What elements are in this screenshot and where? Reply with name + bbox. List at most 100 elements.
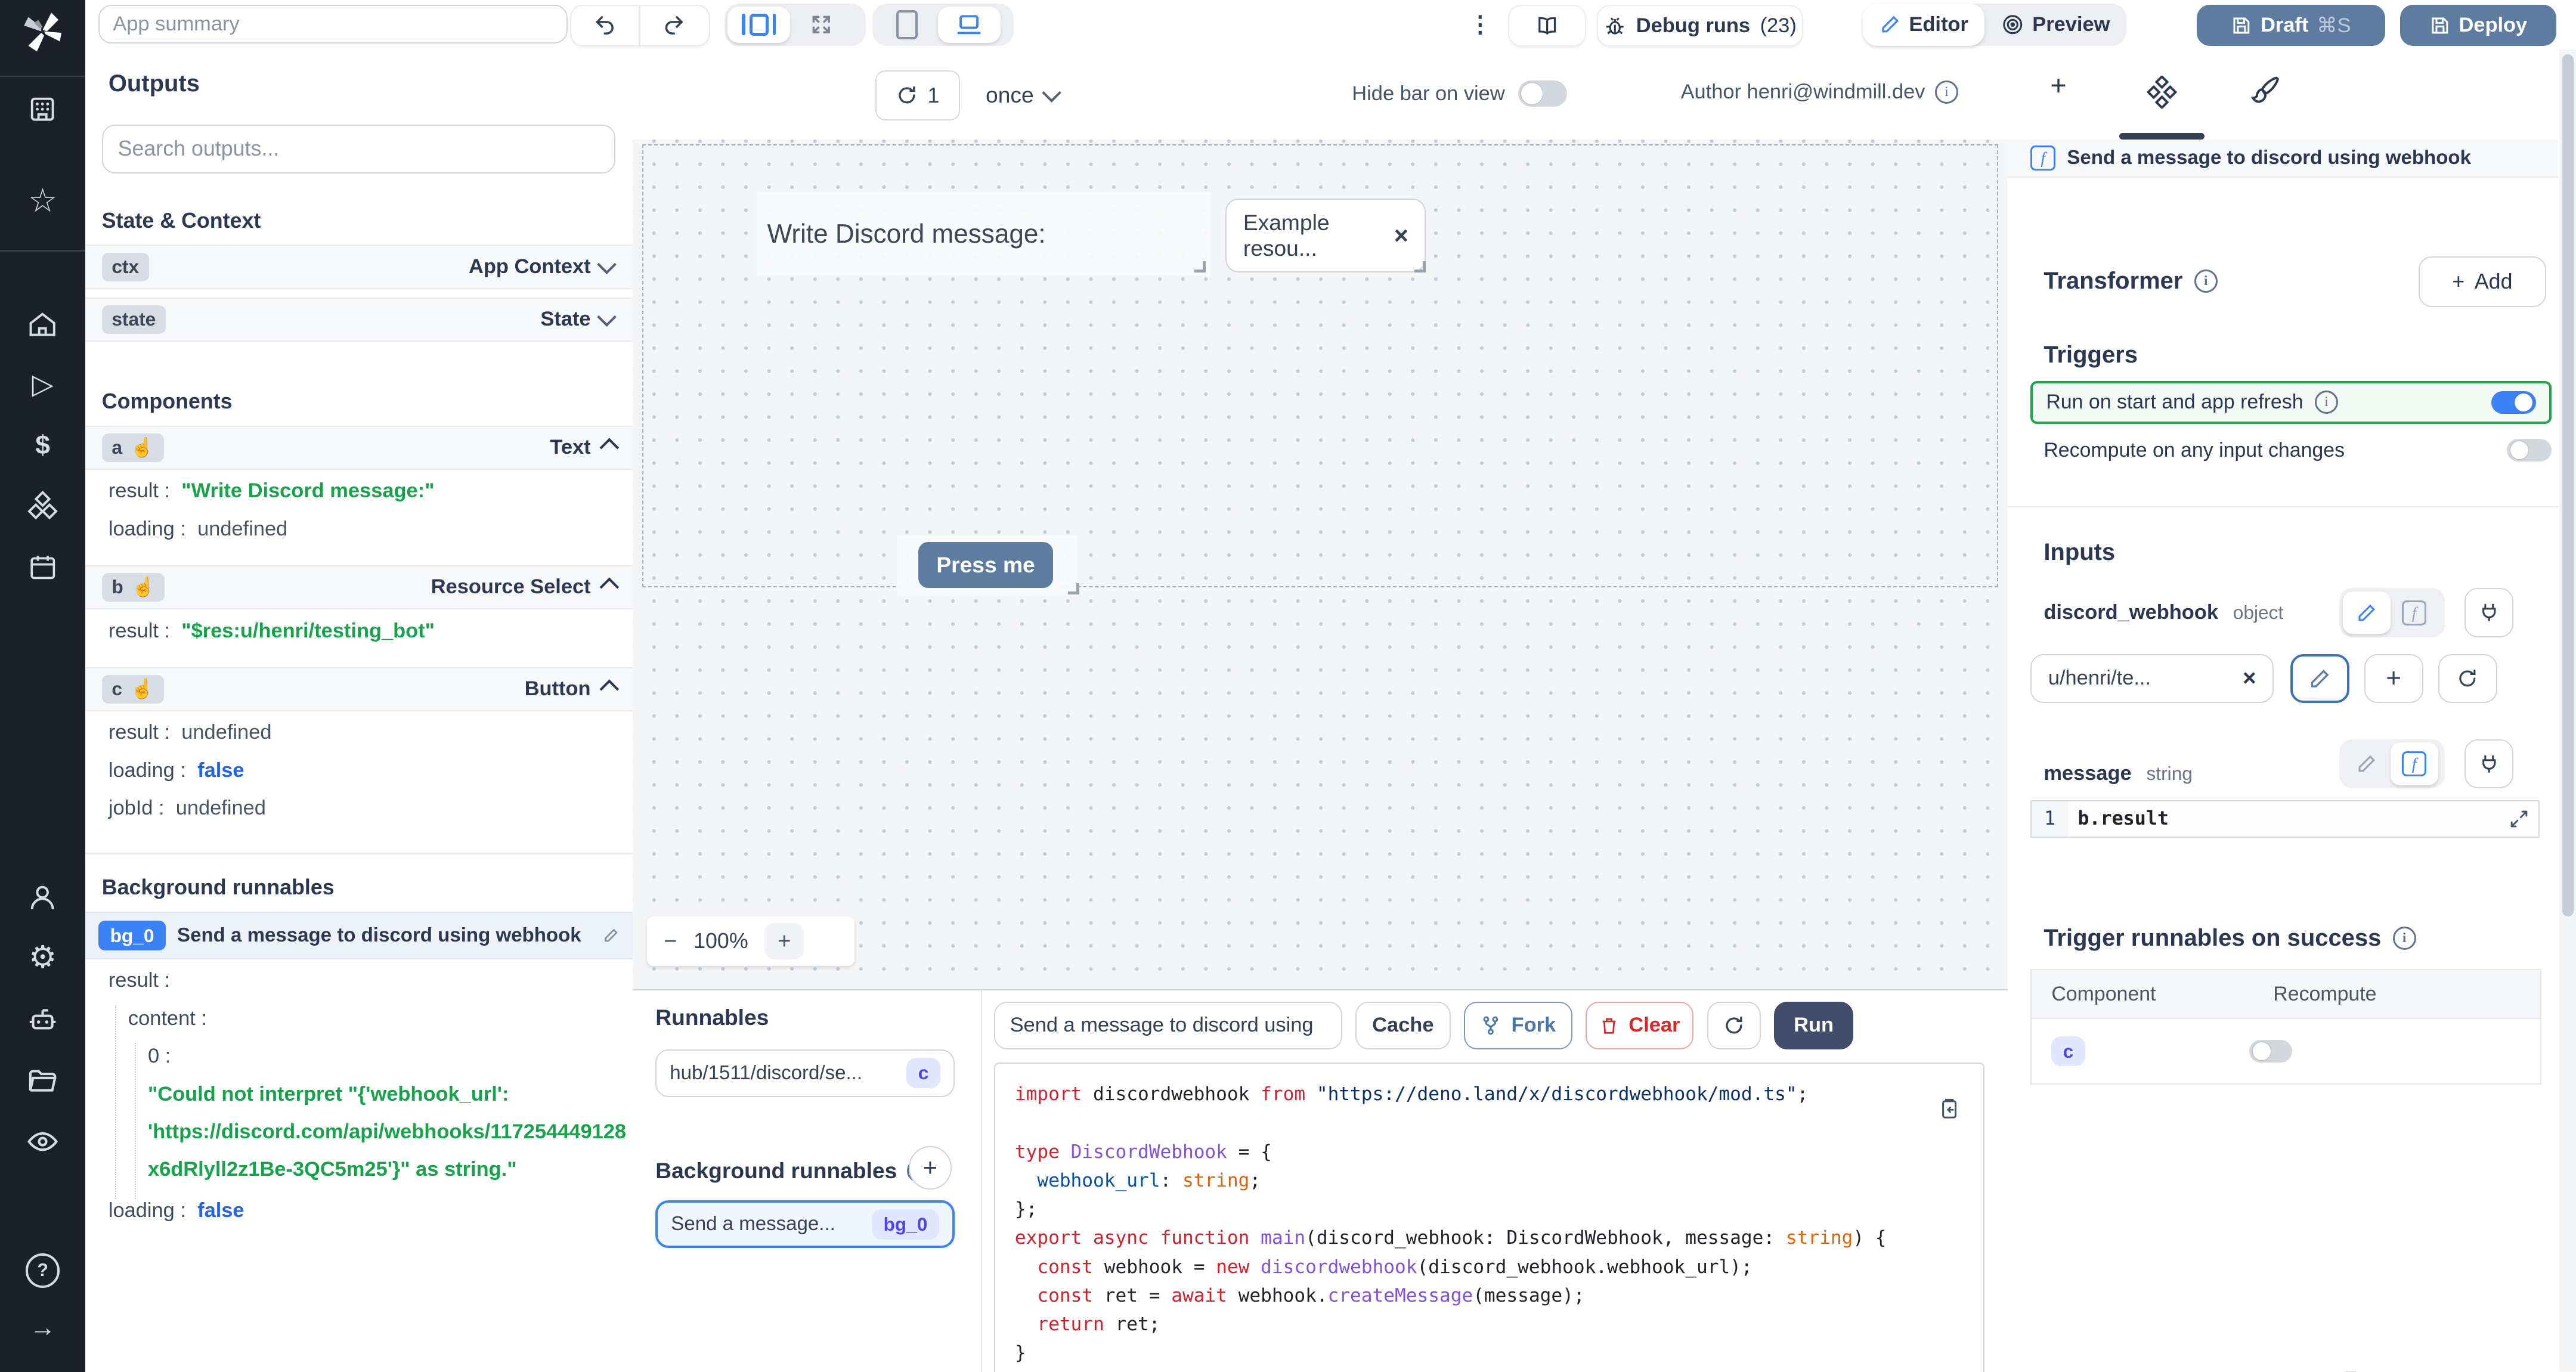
text-component[interactable]: Write Discord message: [757,192,1211,276]
connect-plug-icon[interactable] [2464,739,2514,789]
output-row-c[interactable]: c ☝ Button [85,667,633,711]
recompute-any-row: Recompute on any input changes [2044,438,2552,462]
windmill-logo-icon[interactable] [20,8,66,54]
redo-button[interactable] [640,6,708,45]
scrollbar-thumb[interactable] [2562,54,2574,917]
more-options-kebab-icon[interactable]: ⋮ [1469,11,1492,38]
add-resource-plus-button[interactable]: + [2364,654,2423,704]
static-pencil-icon[interactable] [2343,742,2391,785]
add-background-runnable-button[interactable]: + [908,1146,952,1190]
info-icon[interactable]: i [2194,270,2218,293]
theme-paintbrush-tab-icon[interactable] [2250,74,2281,105]
output-row-state[interactable]: state State [85,297,633,342]
fork-button[interactable]: Fork [1463,1001,1572,1049]
deploy-button[interactable]: Deploy [2400,5,2556,47]
bg0-error-line2: 'https://discord.com/api/webhooks/117254… [147,1120,627,1143]
ctx-badge: ctx [101,252,149,281]
b-result: result : "$res:u/henri/testing_bot" [108,619,435,642]
favorites-star-icon[interactable]: ☆ [0,184,85,217]
runnable-badge: c [906,1058,940,1089]
fullscreen-expand-icon[interactable] [790,7,853,43]
code-editor[interactable]: import discordwebhook from "https://deno… [993,1062,1985,1372]
resize-handle[interactable] [1194,261,1206,272]
info-icon[interactable]: i [2392,927,2416,950]
insert-component-tab-plus-icon[interactable]: + [2050,69,2066,101]
run-on-start-toggle[interactable] [2491,391,2536,414]
connect-plug-icon[interactable] [2464,588,2514,637]
output-row-bg0[interactable]: bg_0 Send a message to discord using web… [85,912,633,959]
copy-code-icon[interactable] [1937,1097,1961,1121]
resize-handle[interactable] [1414,261,1426,272]
clear-x-icon[interactable]: × [2243,665,2256,692]
app-canvas[interactable]: Write Discord message: Example resou... … [632,140,2008,989]
zoom-in-button[interactable]: + [764,923,804,959]
edit-pencil-icon[interactable] [603,927,620,944]
recompute-any-toggle[interactable] [2507,438,2552,462]
docs-book-button[interactable] [1508,5,1586,47]
chevron-up-icon[interactable] [599,577,619,597]
resize-handle[interactable] [1067,583,1079,594]
runnable-item-selected[interactable]: Send a message... bg_0 [655,1200,955,1249]
variables-dollar-icon[interactable]: $ [0,429,85,462]
cache-button[interactable]: Cache [1355,1001,1451,1049]
tab-editor[interactable]: Editor [1863,3,1985,47]
expand-sidebar-arrow-icon[interactable]: → [0,1311,85,1344]
info-icon[interactable]: i [1935,80,1959,104]
settings-gear-icon[interactable]: ⚙ [0,941,85,974]
workspace-building-icon[interactable] [0,94,85,125]
folders-icon[interactable] [0,1064,85,1097]
scrollbar-track[interactable] [2559,49,2576,1372]
app-summary-input[interactable] [98,5,568,44]
static-pencil-icon[interactable] [2342,591,2391,634]
outputs-panel: Outputs State & Context ctx App Context … [85,49,634,1372]
zoom-out-button[interactable]: − [664,928,677,955]
desktop-view-button[interactable] [938,7,1001,43]
save-draft-button[interactable]: Draft ⌘S [2196,5,2386,47]
recompute-count-button[interactable]: 1 [875,70,961,121]
undo-button[interactable] [571,6,639,45]
col-recompute: Recompute [2273,982,2377,1005]
chevron-down-icon[interactable] [597,255,617,275]
user-icon[interactable] [0,882,85,913]
bg0-error-line3: x6dRlyll2z1Be-3QC5m25'}" as string." [147,1158,517,1181]
tab-preview[interactable]: Preview [1984,4,2126,47]
help-icon[interactable]: ? [0,1253,85,1288]
runnable-item[interactable]: hub/1511/discord/se... c [655,1049,955,1097]
hide-bar-toggle[interactable] [1518,80,1568,107]
schedules-calendar-icon[interactable] [0,552,85,582]
edit-resource-pencil-button[interactable] [2290,654,2349,704]
refresh-code-button[interactable] [1707,1001,1761,1049]
search-outputs-input[interactable] [101,125,615,174]
run-button[interactable]: Run [1774,1001,1853,1049]
home-icon[interactable] [0,309,85,340]
component-settings-tab-icon[interactable] [2145,75,2178,109]
resources-cubes-icon[interactable] [0,490,85,522]
center-layout-button[interactable] [727,7,791,43]
eval-fx-icon[interactable]: f [2390,742,2438,785]
runs-play-icon[interactable]: ▷ [0,368,85,401]
mobile-view-button[interactable] [875,7,938,43]
expand-editor-icon[interactable] [2509,809,2529,829]
chevron-down-icon[interactable] [597,307,617,327]
info-icon[interactable]: i [2314,391,2338,414]
add-transformer-button[interactable]: + Add [2418,256,2547,308]
resource-select-component[interactable]: Example resou... × [1225,199,1426,273]
refresh-resource-button[interactable] [2438,654,2497,704]
output-row-ctx[interactable]: ctx App Context [85,244,633,289]
press-me-button[interactable]: Press me [918,542,1053,589]
output-row-a[interactable]: a ☝ Text [85,425,633,470]
message-expression-editor[interactable]: 1 b.result [2030,800,2540,838]
refresh-mode-dropdown[interactable]: once [986,82,1061,108]
runnable-name-input[interactable] [993,1001,1342,1049]
resource-picker-select[interactable]: u/henri/te... × [2030,654,2274,704]
recompute-c-toggle[interactable] [2249,1039,2292,1063]
audit-eye-icon[interactable] [0,1125,85,1158]
debug-runs-button[interactable]: Debug runs (23) [1596,5,1803,47]
clear-x-icon[interactable]: × [1394,222,1408,250]
workers-robot-icon[interactable] [0,1004,85,1036]
output-row-b[interactable]: b ☝ Resource Select [85,565,633,610]
clear-button[interactable]: Clear [1585,1001,1694,1049]
chevron-up-icon[interactable] [599,679,619,699]
eval-fx-icon[interactable]: f [2391,591,2438,634]
chevron-up-icon[interactable] [599,438,619,458]
